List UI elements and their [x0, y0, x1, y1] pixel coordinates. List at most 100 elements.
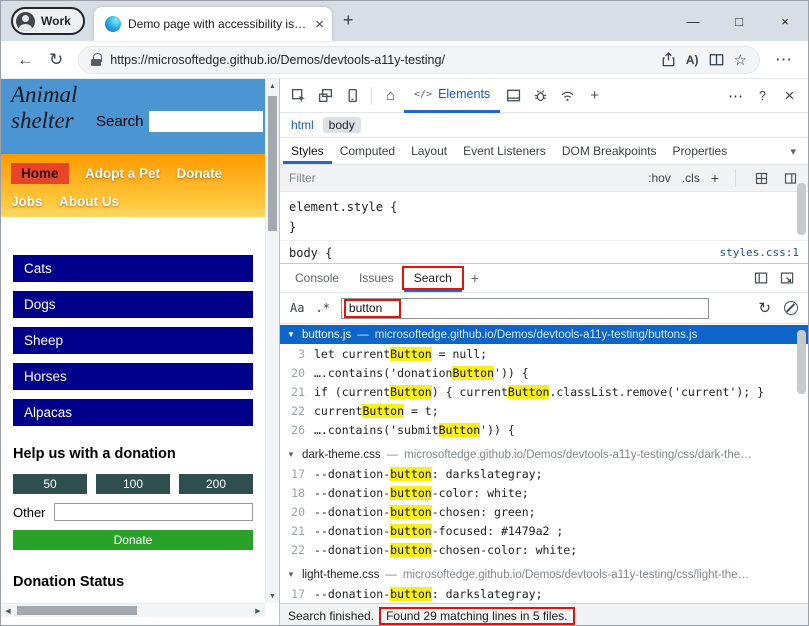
- tab-elements[interactable]: </> Elements: [404, 79, 500, 113]
- result-file-header[interactable]: ▼ dark-theme.css — microsoftedge.github.…: [280, 445, 808, 464]
- collapse-triangle-icon[interactable]: ▼: [287, 570, 296, 579]
- browser-tab[interactable]: Demo page with accessibility issues ×: [94, 7, 332, 41]
- result-line[interactable]: 18 --donation-button-color: white;: [280, 483, 808, 502]
- regex-toggle[interactable]: .*: [315, 301, 329, 315]
- split-screen-icon[interactable]: [708, 51, 725, 68]
- result-line[interactable]: 17 --donation-button: darkslategray;: [280, 584, 808, 603]
- breadcrumb-body[interactable]: body: [323, 117, 361, 133]
- console-sidebar-icon[interactable]: [752, 269, 770, 287]
- maximize-button[interactable]: □: [716, 1, 762, 41]
- debugger-bug-icon[interactable]: [527, 82, 554, 109]
- new-tab-button[interactable]: +: [343, 10, 354, 31]
- add-panel-icon[interactable]: +: [581, 82, 608, 109]
- inspect-element-icon[interactable]: [285, 82, 312, 109]
- animal-button-cats[interactable]: Cats: [13, 255, 253, 282]
- url-box[interactable]: https://microsoftedge.github.io/Demos/de…: [78, 46, 760, 74]
- vertical-scroll-thumb[interactable]: [268, 96, 277, 231]
- chevron-down-icon[interactable]: ▾: [781, 138, 805, 164]
- network-wifi-icon[interactable]: [554, 82, 581, 109]
- collapse-triangle-icon[interactable]: ▼: [287, 330, 296, 339]
- result-line[interactable]: 26 ….contains('submitButton')) {: [280, 420, 808, 439]
- result-file-header[interactable]: ▼ buttons.js — microsoftedge.github.io/D…: [280, 325, 808, 344]
- tab-styles[interactable]: Styles: [283, 138, 332, 164]
- result-line[interactable]: 22 --donation-button-chosen-color: white…: [280, 540, 808, 559]
- animal-button-dogs[interactable]: Dogs: [13, 291, 253, 318]
- amount-50-button[interactable]: 50: [13, 474, 87, 494]
- page-vertical-scrollbar[interactable]: ▲ ▼: [265, 79, 279, 603]
- body-style-rule[interactable]: body {: [289, 243, 332, 263]
- toggle-class-button[interactable]: .cls: [682, 171, 700, 185]
- tab-computed[interactable]: Computed: [332, 138, 403, 164]
- results-scrollbar-thumb[interactable]: [797, 330, 806, 394]
- url-text[interactable]: https://microsoftedge.github.io/Demos/de…: [110, 53, 651, 67]
- result-line[interactable]: 3 let currentButton = null;: [280, 344, 808, 363]
- result-line[interactable]: 21 if (currentButton) { currentButton.cl…: [280, 382, 808, 401]
- nav-item-home[interactable]: Home: [11, 163, 69, 184]
- tab-event-listeners[interactable]: Event Listeners: [455, 138, 554, 164]
- device-emulation-icon[interactable]: [312, 82, 339, 109]
- amount-100-button[interactable]: 100: [96, 474, 170, 494]
- result-line[interactable]: 17 --donation-button: darkslategray;: [280, 464, 808, 483]
- stylesheet-source-link[interactable]: styles.css:1: [720, 243, 799, 263]
- animal-button-sheep[interactable]: Sheep: [13, 327, 253, 354]
- nav-item-jobs[interactable]: Jobs: [11, 194, 43, 209]
- element-style-rule[interactable]: element.style {: [280, 197, 808, 217]
- tab-close-icon[interactable]: ×: [315, 17, 324, 32]
- animal-button-horses[interactable]: Horses: [13, 363, 253, 390]
- search-query-input[interactable]: button: [341, 298, 709, 319]
- window-close-button[interactable]: ×: [762, 1, 808, 41]
- clear-search-icon[interactable]: [784, 301, 798, 315]
- nav-item-about[interactable]: About Us: [59, 194, 119, 209]
- page-horizontal-scrollbar[interactable]: ◀ ▶: [1, 603, 265, 617]
- profile-button[interactable]: Work: [11, 7, 85, 35]
- styles-scrollbar-thumb[interactable]: [797, 183, 806, 235]
- browser-more-icon[interactable]: ⋯: [775, 51, 792, 68]
- site-search-input[interactable]: [149, 111, 263, 132]
- result-line[interactable]: 22 currentButton = t;: [280, 401, 808, 420]
- tab-issues[interactable]: Issues: [349, 264, 404, 292]
- horizontal-scroll-thumb[interactable]: [17, 606, 137, 615]
- computed-sidebar-icon[interactable]: [781, 169, 799, 187]
- toggle-hover-state-button[interactable]: :hov: [648, 171, 671, 185]
- scroll-right-icon[interactable]: ▶: [251, 604, 265, 618]
- devtools-close-icon[interactable]: ×: [776, 82, 803, 109]
- result-file-header[interactable]: ▼ light-theme.css — microsoftedge.github…: [280, 565, 808, 584]
- donate-button[interactable]: Donate: [13, 530, 253, 550]
- scroll-left-icon[interactable]: ◀: [1, 604, 15, 618]
- styles-filter-input[interactable]: [289, 171, 637, 185]
- back-button[interactable]: ←: [17, 51, 34, 68]
- devtools-more-icon[interactable]: ⋯: [722, 82, 749, 109]
- search-refresh-icon[interactable]: ↻: [758, 299, 771, 317]
- scroll-up-icon[interactable]: ▲: [266, 79, 279, 93]
- amount-200-button[interactable]: 200: [179, 474, 253, 494]
- animal-button-alpacas[interactable]: Alpacas: [13, 399, 253, 426]
- add-drawer-tab-icon[interactable]: +: [462, 264, 488, 292]
- breadcrumb-html[interactable]: html: [291, 118, 314, 132]
- refresh-button[interactable]: ↻: [49, 51, 63, 68]
- expand-drawer-icon[interactable]: [778, 269, 796, 287]
- other-amount-input[interactable]: [54, 503, 253, 521]
- favorite-star-icon[interactable]: ☆: [734, 51, 747, 69]
- new-style-rule-icon[interactable]: +: [711, 170, 719, 186]
- read-aloud-icon[interactable]: A): [686, 53, 699, 67]
- nav-item-adopt[interactable]: Adopt a Pet: [85, 166, 160, 181]
- home-icon[interactable]: ⌂: [377, 82, 404, 109]
- result-line[interactable]: 20 ….contains('donationButton')) {: [280, 363, 808, 382]
- minimize-button[interactable]: —: [670, 1, 716, 41]
- match-case-toggle[interactable]: Aa: [290, 301, 304, 315]
- result-line[interactable]: 21 --donation-button-focused: #1479a2 ;: [280, 521, 808, 540]
- nav-item-donate[interactable]: Donate: [176, 166, 222, 181]
- tab-properties[interactable]: Properties: [665, 138, 736, 164]
- grid-overlay-icon[interactable]: [752, 169, 770, 187]
- tab-dom-breakpoints[interactable]: DOM Breakpoints: [554, 138, 665, 164]
- tab-search[interactable]: Search: [404, 264, 462, 292]
- scroll-down-icon[interactable]: ▼: [266, 589, 279, 603]
- mobile-device-icon[interactable]: [339, 82, 366, 109]
- help-icon[interactable]: ?: [749, 82, 776, 109]
- collapse-triangle-icon[interactable]: ▼: [287, 450, 296, 459]
- drawer-panel-icon[interactable]: [500, 82, 527, 109]
- result-line[interactable]: 20 --donation-button-chosen: green;: [280, 502, 808, 521]
- share-icon[interactable]: [660, 51, 677, 68]
- tab-layout[interactable]: Layout: [403, 138, 455, 164]
- tab-console[interactable]: Console: [285, 264, 349, 292]
